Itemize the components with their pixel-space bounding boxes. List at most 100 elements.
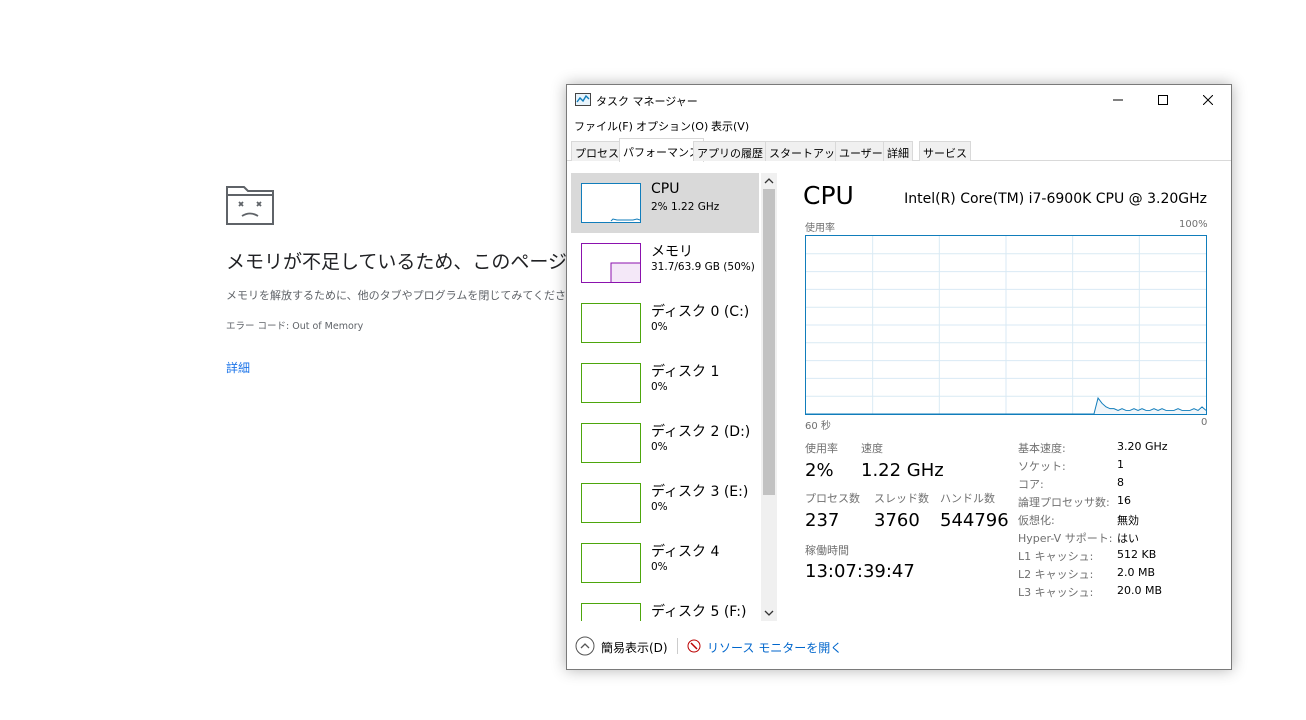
resource-list-scrollbar[interactable]: [761, 173, 777, 621]
resource-item-disk-2[interactable]: ディスク 2 (D:) 0%: [571, 413, 759, 473]
tab-users[interactable]: ユーザー: [835, 141, 887, 161]
resource-item-memory[interactable]: メモリ 31.7/63.9 GB (50%): [571, 233, 759, 293]
sad-folder-icon: [226, 183, 274, 225]
resource-list: CPU 2% 1.22 GHz メモリ 31.7/63.9 GB (50%) デ…: [571, 173, 759, 621]
resource-name: ディスク 5 (F:): [651, 604, 747, 620]
resource-item-disk-3[interactable]: ディスク 3 (E:) 0%: [571, 473, 759, 533]
resource-name: メモリ: [651, 244, 693, 260]
resource-item-cpu[interactable]: CPU 2% 1.22 GHz: [571, 173, 759, 233]
spec-value: 20.0 MB: [1117, 584, 1163, 597]
title-bar[interactable]: タスク マネージャー: [567, 85, 1231, 115]
menu-file[interactable]: ファイル(F): [574, 118, 633, 134]
menu-options[interactable]: オプション(O): [636, 118, 708, 134]
stat-value-uptime: 13:07:39:47: [805, 561, 915, 582]
resource-value: 0%: [651, 561, 668, 573]
footer-divider: [677, 638, 678, 654]
stat-value-speed: 1.22 GHz: [861, 460, 944, 481]
resource-value: 0%: [651, 441, 668, 453]
disk-thumbnail: [581, 483, 641, 523]
tab-details[interactable]: 詳細: [883, 141, 913, 161]
menu-bar: ファイル(F) オプション(O) 表示(V): [567, 115, 1231, 135]
spec-key: コア:: [1018, 478, 1044, 491]
resource-item-disk-0[interactable]: ディスク 0 (C:) 0%: [571, 293, 759, 353]
cpu-usage-graph: [805, 235, 1207, 415]
spec-key: Hyper-V サポート:: [1018, 532, 1113, 545]
spec-value: 8: [1117, 476, 1124, 489]
graph-time-label: 60 秒: [805, 421, 831, 432]
spec-value: 512 KB: [1117, 548, 1157, 561]
footer-bar: 簡易表示(D) リソース モニターを開く: [567, 631, 1231, 661]
resource-name: ディスク 0 (C:): [651, 304, 750, 320]
spec-value: 1: [1117, 458, 1124, 471]
stat-value-threads: 3760: [874, 510, 920, 531]
graph-label: 使用率: [805, 223, 835, 234]
stat-value-handles: 544796: [940, 510, 1009, 531]
close-button[interactable]: [1185, 85, 1230, 115]
stat-value-processes: 237: [805, 510, 840, 531]
spec-key: L2 キャッシュ:: [1018, 568, 1094, 581]
minimize-button[interactable]: [1095, 85, 1140, 115]
chevron-up-icon[interactable]: [764, 177, 774, 185]
spec-value: 3.20 GHz: [1117, 440, 1168, 453]
spec-value: 16: [1117, 494, 1131, 507]
resource-value: 0%: [651, 501, 668, 513]
resource-monitor-icon: [687, 639, 701, 653]
spec-value: 無効: [1117, 514, 1139, 527]
close-icon: [1202, 95, 1213, 105]
disk-thumbnail: [581, 423, 641, 463]
disk-thumbnail: [581, 303, 641, 343]
resource-name: ディスク 2 (D:): [651, 424, 751, 440]
resource-item-disk-4[interactable]: ディスク 4 0%: [571, 533, 759, 593]
stat-label-usage: 使用率: [805, 442, 838, 455]
cpu-model: Intel(R) Core(TM) i7-6900K CPU @ 3.20GHz: [904, 191, 1207, 207]
tab-processes[interactable]: プロセス: [571, 141, 623, 161]
resource-item-disk-5[interactable]: ディスク 5 (F:): [571, 593, 759, 621]
disk-thumbnail: [581, 543, 641, 583]
task-manager-icon: [575, 93, 591, 106]
maximize-button[interactable]: [1140, 85, 1185, 115]
resource-value: 0%: [651, 381, 668, 393]
spec-key: ソケット:: [1018, 460, 1066, 473]
spec-value: 2.0 MB: [1117, 566, 1156, 579]
tab-performance[interactable]: パフォーマンス: [619, 138, 704, 162]
resource-name: CPU: [651, 181, 680, 197]
spec-key: L3 キャッシュ:: [1018, 586, 1094, 599]
minimize-icon: [1112, 99, 1123, 101]
stat-label-threads: スレッド数: [874, 492, 929, 505]
tab-app-history[interactable]: アプリの履歴: [693, 141, 767, 161]
scrollbar-thumb[interactable]: [763, 189, 775, 495]
chevron-down-icon[interactable]: [764, 609, 774, 617]
graph-max-label: 100%: [1179, 219, 1208, 230]
error-code: エラー コード: Out of Memory: [226, 321, 364, 332]
details-link[interactable]: 詳細: [226, 359, 250, 376]
stat-label-uptime: 稼働時間: [805, 544, 849, 557]
fewer-details-button[interactable]: 簡易表示(D): [601, 639, 668, 656]
window-title: タスク マネージャー: [596, 95, 698, 108]
spec-key: 仮想化:: [1018, 514, 1055, 527]
spec-key: 論理プロセッサ数:: [1018, 496, 1110, 509]
resource-value: 2% 1.22 GHz: [651, 201, 720, 213]
spec-value: はい: [1117, 532, 1139, 545]
resource-value: 31.7/63.9 GB (50%): [651, 261, 755, 273]
maximize-icon: [1157, 95, 1168, 105]
cpu-heading: CPU: [803, 181, 854, 210]
tab-services[interactable]: サービス: [919, 141, 971, 161]
memory-thumbnail: [581, 243, 641, 283]
resource-name: ディスク 1: [651, 364, 720, 380]
resource-name: ディスク 4: [651, 544, 720, 560]
open-resource-monitor-link[interactable]: リソース モニターを開く: [707, 639, 842, 656]
cpu-thumbnail: [581, 183, 641, 223]
disk-thumbnail: [581, 363, 641, 403]
tab-bar: プロセス パフォーマンス アプリの履歴 スタートアップ ユーザー 詳細 サービス: [567, 137, 1231, 162]
resource-value: 0%: [651, 321, 668, 333]
stat-label-handles: ハンドル数: [940, 492, 995, 505]
disk-thumbnail: [581, 603, 641, 621]
spec-key: L1 キャッシュ:: [1018, 550, 1094, 563]
collapse-chevron-icon[interactable]: [575, 636, 595, 656]
error-message: メモリを解放するために、他のタブやプログラムを閉じてみてください。: [226, 289, 589, 302]
resource-name: ディスク 3 (E:): [651, 484, 749, 500]
task-manager-window: タスク マネージャー ファイル(F) オプション(O) 表示(V) プロセス パ…: [566, 84, 1232, 670]
resource-item-disk-1[interactable]: ディスク 1 0%: [571, 353, 759, 413]
stat-value-usage: 2%: [805, 460, 834, 481]
menu-view[interactable]: 表示(V): [711, 118, 749, 134]
